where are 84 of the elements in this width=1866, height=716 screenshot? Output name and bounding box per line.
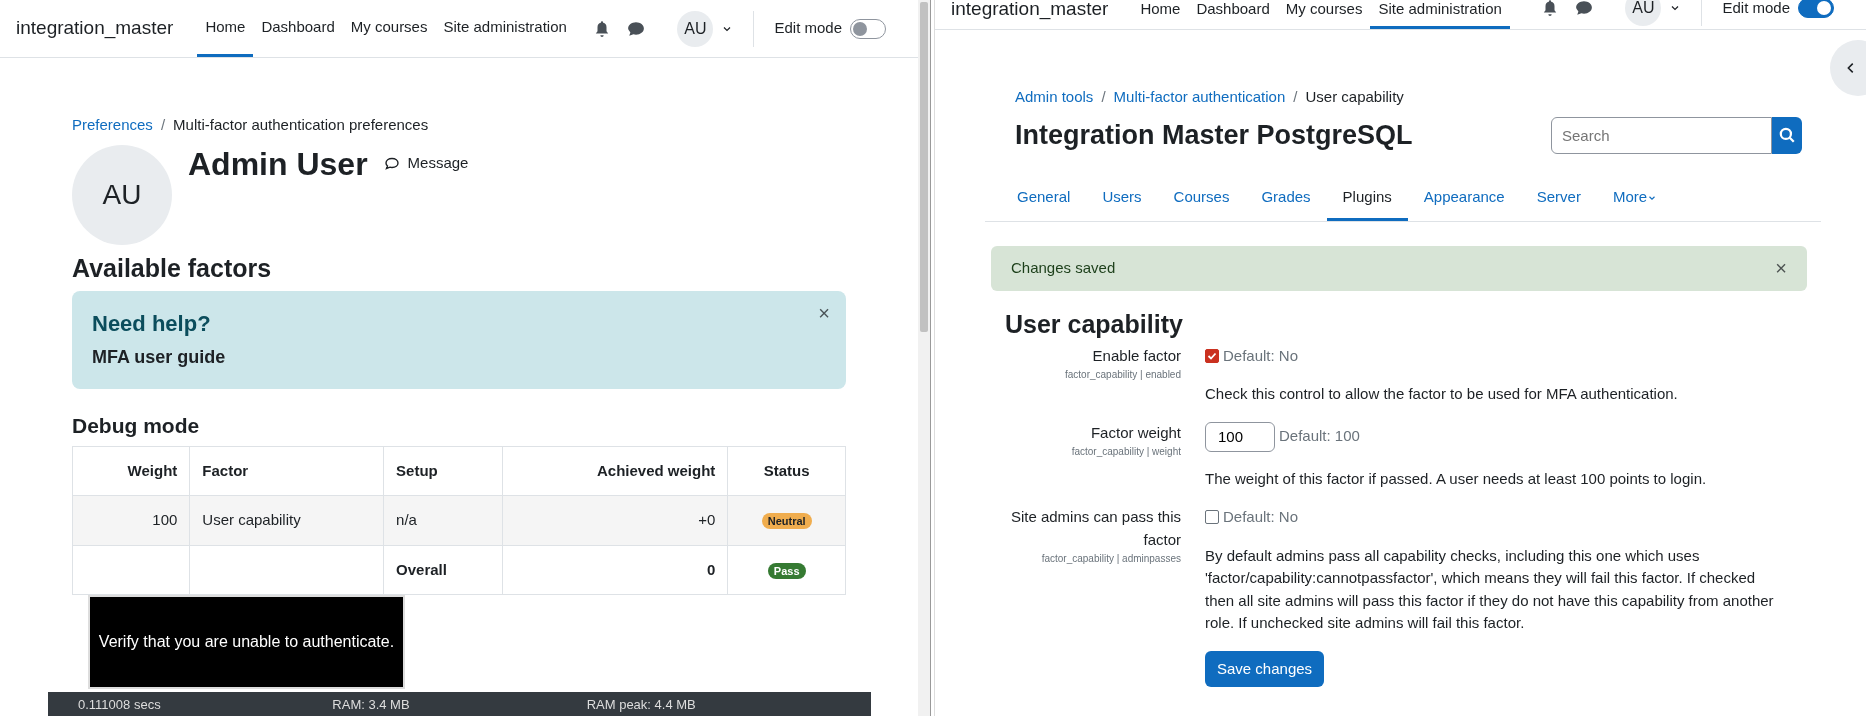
tab[interactable]: More (1596, 177, 1674, 221)
breadcrumb-link[interactable]: Admin tools (1015, 86, 1094, 109)
checkbox[interactable] (1205, 348, 1219, 363)
table-cell: User capability (189, 495, 384, 546)
nav-link[interactable]: Dashboard (1188, 0, 1278, 29)
section-heading: Available factors (72, 252, 273, 283)
close-button[interactable]: × (1775, 257, 1787, 280)
column-header: Status (727, 446, 846, 496)
table-cell: Overall (383, 545, 503, 595)
tab[interactable]: Users (1086, 177, 1158, 221)
search-field[interactable]: Search (1551, 116, 1772, 154)
section-heading: Debug mode (72, 412, 201, 438)
save-button[interactable]: Save changes (1205, 650, 1325, 687)
breadcrumb-separator: / (1101, 87, 1106, 107)
alert-title: Need help? (92, 309, 211, 338)
alert-text: Changes saved (1011, 258, 1116, 278)
scrollbar[interactable] (918, 0, 930, 716)
footer-text: 0.111008 secs (78, 695, 162, 714)
tooltip: Verify that you are unable to authenticate. (88, 595, 405, 689)
breadcrumb-link[interactable]: Preferences (72, 114, 153, 137)
setting-key: factor_capability | enabled (985, 367, 1181, 382)
setting-label: Factor weight (1089, 422, 1181, 443)
column-header: Achieved weight (502, 446, 728, 496)
tab[interactable]: General (1001, 177, 1087, 221)
nav-link[interactable]: My courses (342, 0, 436, 57)
site-name: integration_master (16, 16, 174, 41)
status-badge: Neutral (761, 513, 812, 530)
tab[interactable]: Appearance (1407, 177, 1521, 221)
weight-field[interactable]: 100 (1205, 421, 1275, 452)
setting-key: factor_capability | adminpasses (985, 551, 1181, 566)
table-cell: 100 (72, 495, 190, 546)
edit-mode-toggle[interactable] (1798, 0, 1834, 18)
nav-link[interactable]: Site administration (1370, 0, 1510, 29)
nav-link[interactable]: Site administration (435, 0, 575, 57)
breadcrumb-current: User capability (1305, 87, 1404, 107)
breadcrumb-separator: / (160, 115, 166, 135)
table-cell: 0 (502, 545, 728, 595)
footer-text: RAM: 3.4 MB (332, 695, 411, 714)
setting-label: Enable factor (1091, 345, 1181, 366)
user-avatar[interactable]: AU (677, 10, 714, 47)
footer-text: RAM peak: 4.4 MB (586, 695, 697, 714)
column-header: Setup (383, 446, 503, 496)
site-name: integration_master (951, 0, 1109, 22)
search-icon (1778, 126, 1796, 144)
edit-mode-label: Edit mode (1722, 0, 1790, 18)
table-cell: n/a (383, 495, 503, 546)
profile-avatar: AU (72, 144, 172, 245)
breadcrumb-current: Multi-factor authentication preferences (173, 115, 429, 135)
breadcrumb-link[interactable]: Multi-factor authentication (1113, 86, 1286, 109)
default-note: Default: No (1223, 345, 1299, 366)
tab[interactable]: Grades (1245, 177, 1327, 221)
table-cell: +0 (502, 495, 728, 546)
nav-link[interactable]: Home (1132, 0, 1189, 29)
search-button[interactable] (1772, 116, 1802, 154)
tab[interactable]: Plugins (1326, 177, 1408, 221)
tab[interactable]: Courses (1157, 177, 1246, 221)
setting-description: The weight of this factor if passed. A user needs at least 100 points to login. (1205, 468, 1708, 489)
setting-key: factor_capability | weight (985, 444, 1181, 459)
default-note: Default: 100 (1279, 426, 1360, 447)
edit-mode-label: Edit mode (774, 18, 842, 39)
close-button[interactable]: × (818, 302, 830, 323)
default-note: Default: No (1223, 507, 1299, 527)
breadcrumb-separator: / (1293, 87, 1298, 107)
nav-link[interactable]: Home (197, 0, 254, 57)
setting-description: Check this control to allow the factor to be used for MFA authentication. (1205, 384, 1679, 404)
profile-name: Admin User (188, 144, 368, 183)
checkbox[interactable] (1205, 510, 1219, 525)
checkmark-icon (1207, 350, 1217, 361)
message-link[interactable]: Message (383, 152, 469, 175)
status-badge: Pass (767, 562, 806, 579)
chat-icon[interactable] (627, 19, 646, 38)
nav-link[interactable]: Dashboard (253, 0, 343, 57)
settings-heading: User capability (1005, 308, 1184, 339)
site-title: Integration Master PostgreSQL (1015, 118, 1413, 152)
chat-icon[interactable] (1575, 0, 1594, 17)
speech-bubble-icon (383, 155, 400, 172)
nav-link[interactable]: My courses (1277, 0, 1371, 29)
setting-label: Site admins can pass this factor (1009, 507, 1181, 550)
tab[interactable]: Server (1520, 177, 1597, 221)
setting-description: By default admins pass all capability checks, including this one which uses 'factor/capability:cannotpassfactor', which means they will fail this factor. If checked then all site admins will pass this factor if they do not have this capability from another role. If unchecked site admins will fail this factor. (1205, 545, 1775, 633)
user-avatar[interactable]: AU (1625, 0, 1662, 26)
column-header: Factor (189, 446, 384, 496)
column-header: Weight (72, 446, 190, 496)
guide-link[interactable]: MFA user guide (92, 343, 226, 371)
